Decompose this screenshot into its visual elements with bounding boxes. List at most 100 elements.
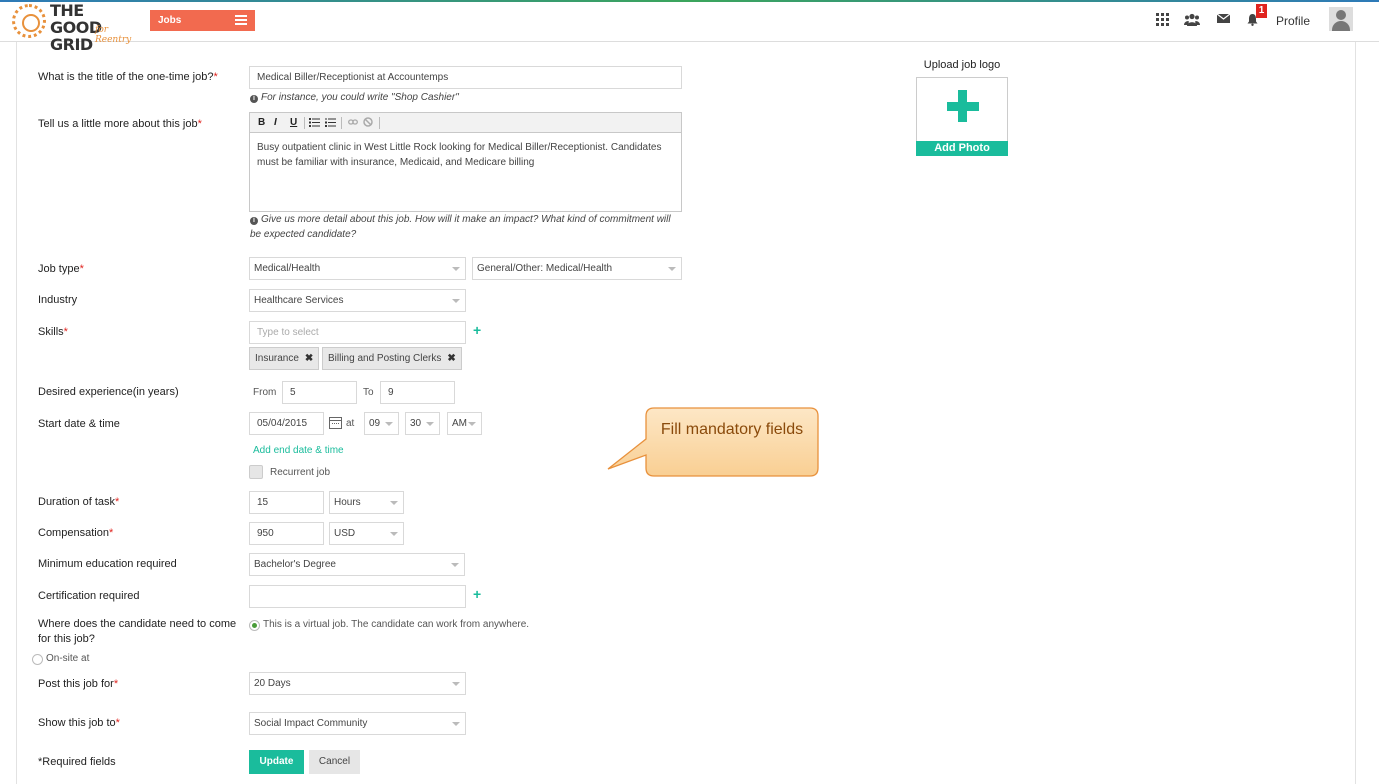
editor-toolbar: B I U <box>250 113 681 133</box>
mail-icon[interactable] <box>1216 13 1230 27</box>
notification-count-badge: 1 <box>1256 4 1267 18</box>
numbered-list-icon[interactable] <box>325 118 336 130</box>
add-certification-plus-icon[interactable]: + <box>473 586 481 602</box>
chevron-down-icon <box>452 267 460 271</box>
job-title-hint: i For instance, you could write "Shop Cas… <box>250 90 459 105</box>
education-select[interactable]: Bachelor's Degree <box>249 553 465 576</box>
onsite-radio[interactable] <box>32 654 43 665</box>
required-marker: * <box>197 118 202 130</box>
cancel-button[interactable]: Cancel <box>309 750 360 774</box>
info-icon: i <box>250 217 258 225</box>
toolbar-divider <box>341 117 342 129</box>
required-marker: * <box>63 326 68 338</box>
currency-select[interactable]: USD <box>329 522 404 545</box>
virtual-job-radio[interactable] <box>249 620 260 631</box>
post-duration-select[interactable]: 20 Days <box>249 672 466 695</box>
good-grid-logo[interactable]: THE GOOD GRID for Reentry <box>12 2 132 53</box>
unlink-icon[interactable] <box>363 117 373 130</box>
toolbar-divider <box>379 117 380 129</box>
required-fields-note: *Required fields <box>38 756 116 768</box>
job-type-label: Job type* <box>38 263 84 275</box>
required-marker: * <box>115 496 120 508</box>
chevron-down-icon <box>452 299 460 303</box>
compensation-input[interactable]: 950 <box>249 522 324 545</box>
job-description-editor[interactable]: B I U Busy outpatient clinic in West Lit… <box>249 112 682 212</box>
duration-input[interactable]: 15 <box>249 491 324 514</box>
remove-tag-icon[interactable]: ✖ <box>447 353 455 364</box>
job-title-input[interactable]: Medical Biller/Receptionist at Accountem… <box>249 66 682 89</box>
community-icon[interactable] <box>1184 13 1200 27</box>
chevron-down-icon <box>426 422 434 426</box>
info-icon: i <box>250 95 258 103</box>
skill-tag-billing: Billing and Posting Clerks ✖ <box>322 347 462 370</box>
gear-logo-icon <box>12 4 46 38</box>
virtual-job-option-label: This is a virtual job. The candidate can… <box>263 619 530 630</box>
onsite-option-label: On-site at <box>46 653 90 664</box>
industry-select[interactable]: Healthcare Services <box>249 289 466 312</box>
start-hour-select[interactable]: 09 <box>364 412 399 435</box>
location-label: Where does the candidate need to come fo… <box>38 618 237 645</box>
chevron-down-icon <box>452 722 460 726</box>
chevron-down-icon <box>390 532 398 536</box>
apps-grid-icon[interactable] <box>1155 13 1169 27</box>
job-title-label: What is the title of the one-time job?* <box>38 71 218 83</box>
add-skill-plus-icon[interactable]: + <box>473 322 481 338</box>
certification-input[interactable] <box>249 585 466 608</box>
italic-button[interactable]: I <box>274 117 277 128</box>
underline-button[interactable]: U <box>290 117 297 128</box>
link-icon[interactable] <box>348 118 358 129</box>
add-photo-button[interactable]: Add Photo <box>916 141 1008 156</box>
update-button[interactable]: Update <box>249 750 304 774</box>
start-date-label: Start date & time <box>38 418 120 430</box>
industry-label: Industry <box>38 294 78 306</box>
bullet-list-icon[interactable] <box>309 118 320 130</box>
upload-logo-box[interactable]: Add Photo <box>916 77 1008 156</box>
duration-unit-select[interactable]: Hours <box>329 491 404 514</box>
top-navigation-bar: THE GOOD GRID for Reentry Jobs 1 Profile <box>0 0 1379 53</box>
add-end-date-link[interactable]: Add end date & time <box>253 445 344 456</box>
experience-from-label: From <box>253 387 277 398</box>
experience-label: Desired experience(in years) <box>38 386 179 398</box>
required-marker: * <box>213 71 218 83</box>
calendar-icon[interactable] <box>329 417 342 429</box>
experience-from-input[interactable]: 5 <box>282 381 357 404</box>
post-duration-label: Post this job for* <box>38 678 119 690</box>
chevron-down-icon <box>468 422 476 426</box>
jobs-menu-button[interactable]: Jobs <box>150 10 255 31</box>
required-marker: * <box>79 263 84 275</box>
job-description-label: Tell us a little more about this job* <box>38 118 202 130</box>
top-accent-stripe <box>0 0 1379 2</box>
recurrent-job-checkbox[interactable] <box>249 465 263 479</box>
audience-select[interactable]: Social Impact Community <box>249 712 466 735</box>
job-type-select[interactable]: Medical/Health <box>249 257 466 280</box>
user-avatar-icon[interactable] <box>1329 7 1353 31</box>
start-ampm-select[interactable]: AM <box>447 412 482 435</box>
hamburger-menu-icon <box>235 15 247 25</box>
recurrent-job-label: Recurrent job <box>270 467 331 478</box>
chevron-down-icon <box>668 267 676 271</box>
education-label: Minimum education required <box>38 558 177 570</box>
chevron-down-icon <box>452 682 460 686</box>
profile-link[interactable]: Profile <box>1276 14 1310 28</box>
duration-label: Duration of task* <box>38 496 120 508</box>
skills-label: Skills* <box>38 326 68 338</box>
chevron-down-icon <box>451 563 459 567</box>
remove-tag-icon[interactable]: ✖ <box>305 353 313 364</box>
bold-button[interactable]: B <box>258 117 265 128</box>
job-subtype-select[interactable]: General/Other: Medical/Health <box>472 257 682 280</box>
skill-tag-insurance: Insurance ✖ <box>249 347 320 370</box>
chevron-down-icon <box>390 501 398 505</box>
experience-to-label: To <box>363 387 374 398</box>
job-description-hint: i Give us more detail about this job. How… <box>250 214 671 240</box>
jobs-menu-label: Jobs <box>158 15 182 26</box>
toolbar-divider <box>304 117 305 129</box>
experience-to-input[interactable]: 9 <box>380 381 455 404</box>
certification-label: Certification required <box>38 590 140 602</box>
job-description-text: Busy outpatient clinic in West Little Ro… <box>257 142 662 168</box>
start-minute-select[interactable]: 30 <box>405 412 440 435</box>
required-marker: * <box>113 678 119 690</box>
start-date-input[interactable]: 05/04/2015 <box>249 412 324 435</box>
compensation-label: Compensation* <box>38 527 114 539</box>
skills-input[interactable]: Type to select <box>249 321 466 344</box>
callout-text: Fill mandatory fields <box>660 421 804 438</box>
